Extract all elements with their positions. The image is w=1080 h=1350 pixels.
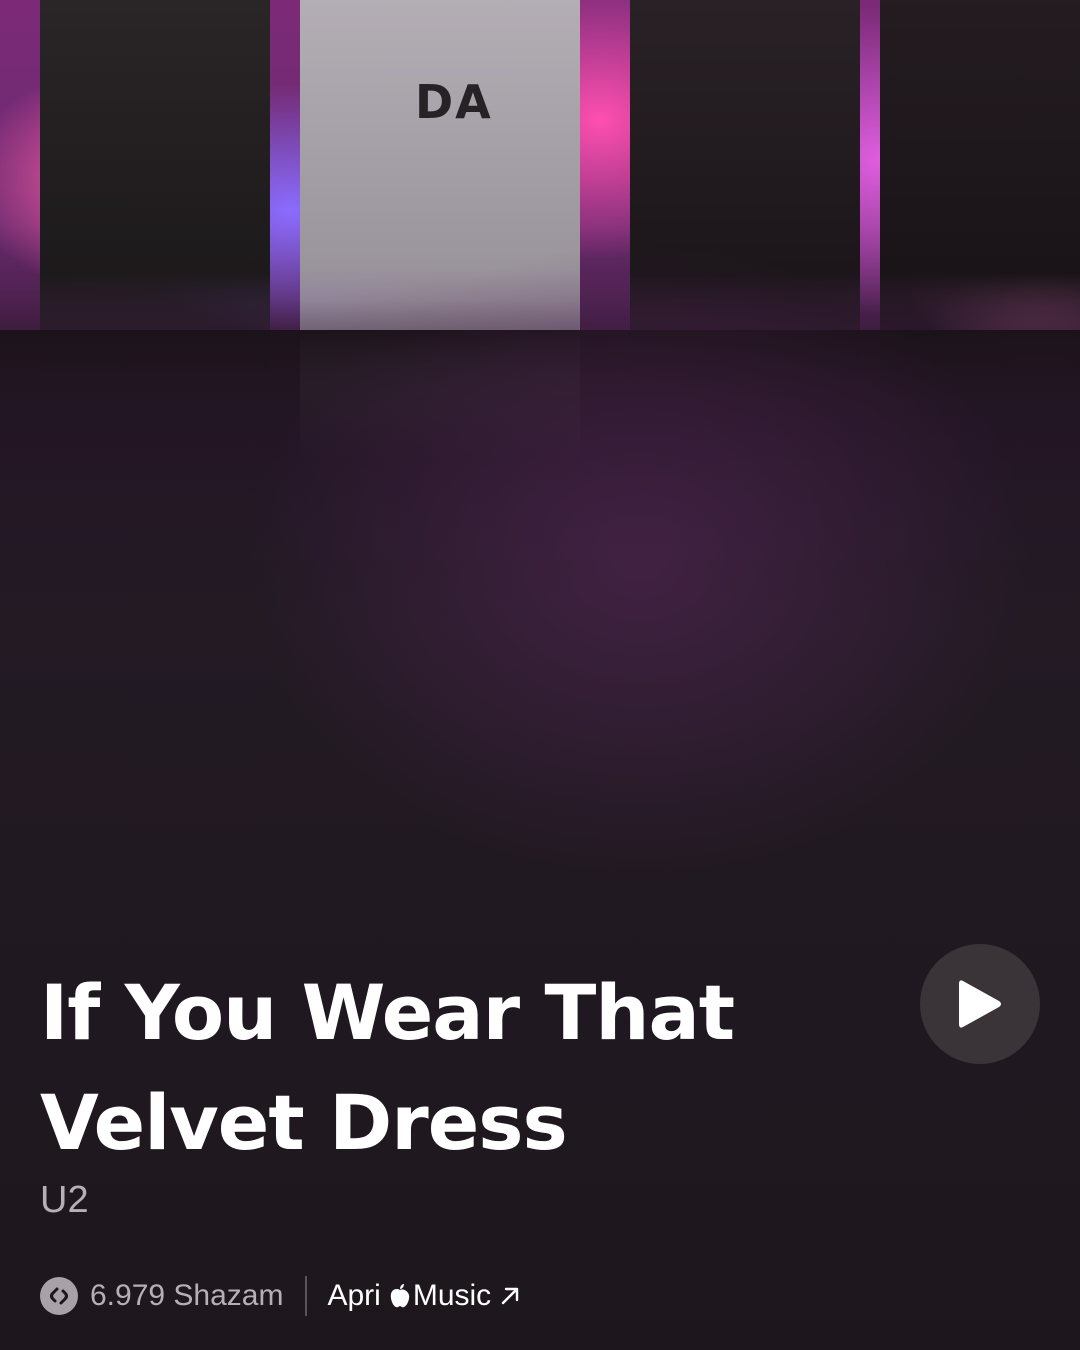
apple-music-label: Music xyxy=(412,1279,492,1312)
shazam-icon xyxy=(40,1277,78,1315)
arrow-up-right-icon xyxy=(499,1285,521,1307)
apple-logo-icon xyxy=(389,1283,411,1309)
open-apple-music-link[interactable]: Apri Music xyxy=(327,1279,521,1313)
open-label: Apri xyxy=(327,1279,381,1312)
footer-bar: 6.979 Shazam Apri Music xyxy=(40,1274,521,1318)
play-button[interactable] xyxy=(920,944,1040,1064)
shazam-count: 6.979 Shazam xyxy=(90,1279,284,1312)
play-icon xyxy=(959,980,1001,1028)
footer-divider xyxy=(305,1276,308,1316)
song-title: If You Wear That Velvet Dress xyxy=(40,968,735,1167)
artist-name[interactable]: U2 xyxy=(40,1178,89,1222)
